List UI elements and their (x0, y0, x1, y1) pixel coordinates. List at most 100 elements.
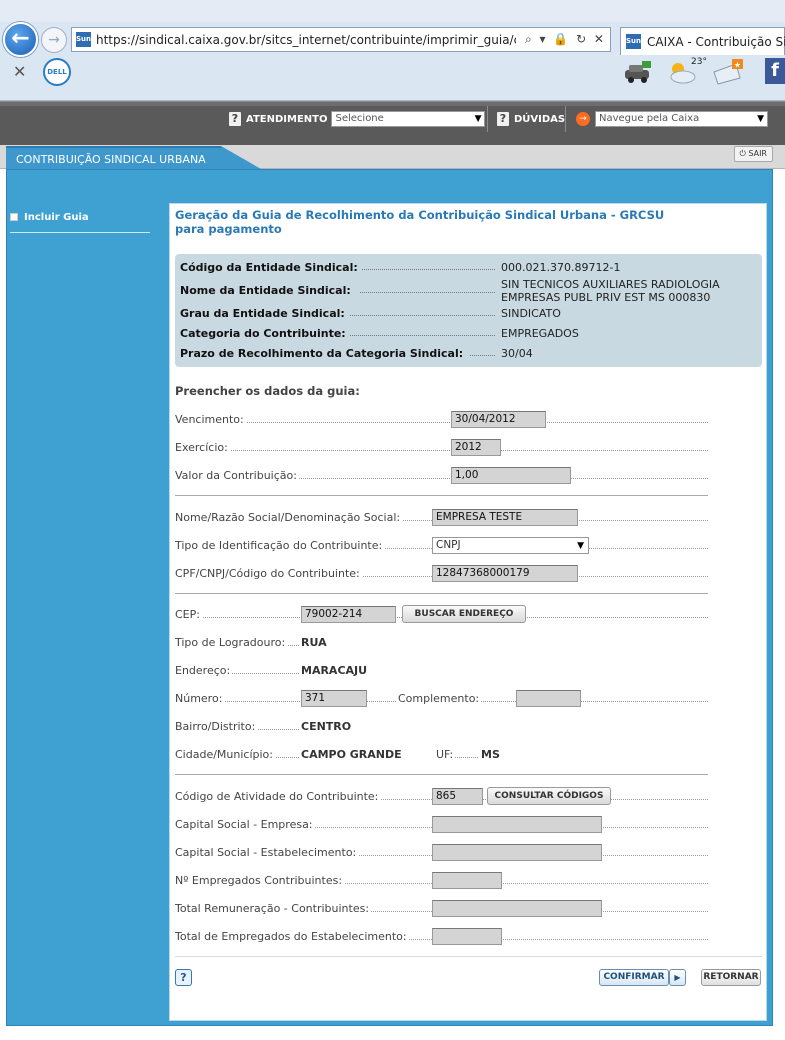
row-cep: CEP: 79002-214 BUSCAR ENDEREÇO (175, 605, 708, 624)
forward-button[interactable]: → (41, 27, 67, 53)
row-cidade: Cidade/Município: CAMPO GRANDE UF: MS (175, 748, 535, 764)
navegue-select[interactable]: Navegue pela Caixa ▼ (595, 111, 768, 127)
total-remuneracao-field[interactable] (432, 900, 602, 917)
play-icon[interactable]: ▶ (669, 969, 686, 986)
weather-temperature: 23° (691, 57, 707, 67)
dot-leader (350, 335, 495, 336)
vencimento-field[interactable]: 30/04/2012 (451, 411, 546, 428)
valor-contribuicao-field[interactable]: 1,00 (451, 467, 571, 484)
row-valor: Valor da Contribuição: 1,00 (175, 467, 708, 485)
svg-text:★: ★ (734, 61, 741, 70)
row-exercicio: Exercício: 2012 (175, 439, 708, 457)
navegue-group: → Navegue pela Caixa ▼ (576, 110, 768, 128)
capital-empresa-field[interactable] (432, 816, 602, 833)
complemento-field[interactable] (516, 690, 581, 707)
bullet-icon (10, 213, 18, 221)
sidebar-item-incluir-guia[interactable]: Incluir Guia (10, 208, 150, 226)
tipo-identificacao-label: Tipo de Identificação do Contribuinte: (175, 539, 385, 552)
endereco-value: MARACAJU (299, 664, 370, 677)
exercicio-label: Exercício: (175, 441, 230, 454)
cpf-cnpj-field[interactable]: 12847368000179 (432, 565, 578, 582)
sidebar-divider (10, 232, 150, 233)
entidade-info-box: Código da Entidade Sindical: 000.021.370… (175, 254, 762, 367)
info-row-grau: Grau da Entidade Sindical: SINDICATO (180, 307, 758, 323)
site-header: ? ATENDIMENTO Selecione ▼ ? DÚVIDAS → Na… (0, 101, 785, 145)
logout-button[interactable]: ⏻ SAIR (733, 146, 773, 162)
cep-field[interactable]: 79002-214 (301, 606, 396, 623)
row-tipo-identificacao: Tipo de Identificação do Contribuinte: C… (175, 537, 708, 555)
numero-field[interactable]: 371 (301, 690, 367, 707)
duvidas-label[interactable]: DÚVIDAS (514, 114, 565, 125)
section-divider (175, 593, 708, 594)
capital-estabelecimento-field[interactable] (432, 844, 602, 861)
row-bairro: Bairro/Distrito: CENTRO (175, 720, 425, 736)
back-button[interactable]: ← (3, 22, 38, 57)
mail-icon[interactable]: ★ (712, 58, 744, 86)
razao-social-field[interactable]: EMPRESA TESTE (432, 509, 578, 526)
total-remuneracao-label: Total Remuneração - Contribuintes: (175, 902, 372, 915)
section-title: Preencher os dados da guia: (175, 384, 360, 398)
row-atividade: Código de Atividade do Contribuinte: 865… (175, 787, 708, 806)
info-label: Código da Entidade Sindical: (180, 261, 361, 274)
info-label: Prazo de Recolhimento da Categoria Sindi… (180, 347, 467, 360)
duvidas-group[interactable]: ? DÚVIDAS (497, 110, 569, 128)
tab-site-icon: Sun (626, 34, 641, 49)
dot-leader (175, 450, 708, 451)
info-label: Nome da Entidade Sindical: (180, 284, 354, 297)
capital-estabelecimento-label: Capital Social - Estabelecimento: (175, 846, 359, 859)
browser-menubar (0, 0, 785, 22)
atendimento-select[interactable]: Selecione ▼ (331, 111, 486, 127)
footer-divider (175, 956, 762, 957)
dot-leader (360, 269, 495, 270)
row-numero: Número: 371 Complemento: (175, 690, 708, 708)
header-strip (0, 102, 785, 106)
tipo-logradouro-value: RUA (299, 636, 329, 649)
page-title: Geração da Guia de Recolhimento da Contr… (175, 208, 665, 236)
info-label: Categoria do Contribuinte: (180, 327, 349, 340)
info-row-nome: Nome da Entidade Sindical: SIN TECNICOS … (180, 278, 758, 306)
sidebar-item-label[interactable]: Incluir Guia (24, 212, 89, 223)
exercicio-field[interactable]: 2012 (451, 439, 501, 456)
navegue-select-value: Navegue pela Caixa (599, 113, 700, 124)
atendimento-question-icon: ? (229, 112, 241, 126)
bairro-label: Bairro/Distrito: (175, 720, 258, 733)
total-empregados-field[interactable] (432, 928, 502, 945)
buscar-endereco-button[interactable]: BUSCAR ENDEREÇO (402, 605, 526, 623)
url-text[interactable]: https://sindical.caixa.gov.br/sitcs_inte… (96, 33, 516, 47)
cidade-label: Cidade/Município: (175, 748, 275, 761)
row-total-empregados: Total de Empregados do Estabelecimento: (175, 928, 708, 946)
car-icon[interactable] (622, 58, 654, 86)
tab-title: CAIXA - Contribuição Sindi (647, 35, 785, 49)
facebook-icon[interactable]: f (765, 58, 785, 84)
browser-tab[interactable]: Sun CAIXA - Contribuição Sindi (620, 27, 785, 55)
dot-leader (350, 315, 495, 316)
content-panel: Geração da Guia de Recolhimento da Contr… (169, 203, 767, 1021)
atividade-field[interactable]: 865 (432, 788, 483, 805)
confirm-button[interactable]: CONFIRMAR (599, 969, 669, 986)
return-button[interactable]: RETORNAR (701, 969, 761, 986)
consultar-codigos-button[interactable]: CONSULTAR CÓDIGOS (487, 787, 611, 805)
tipo-identificacao-select[interactable]: CNPJ ▼ (432, 537, 589, 554)
info-value: 30/04 (498, 347, 533, 360)
razao-social-label: Nome/Razão Social/Denominação Social: (175, 511, 403, 524)
logout-label: SAIR (748, 149, 767, 158)
help-button[interactable]: ? (175, 969, 192, 986)
browser-chrome: ← → Sun https://sindical.caixa.gov.br/si… (0, 0, 785, 101)
header-divider (487, 106, 488, 132)
num-empregados-field[interactable] (432, 872, 502, 889)
info-value: SIN TECNICOS AUXILIARES RADIOLOGIA EMPRE… (498, 278, 748, 304)
row-vencimento: Vencimento: 30/04/2012 (175, 411, 708, 429)
address-controls[interactable]: ⌕ ▾ 🔒 ↻ ✕ (525, 32, 606, 47)
row-razao-social: Nome/Razão Social/Denominação Social: EM… (175, 509, 708, 527)
capital-empresa-label: Capital Social - Empresa: (175, 818, 315, 831)
vencimento-label: Vencimento: (175, 413, 246, 426)
chevron-down-icon: ▼ (577, 541, 584, 551)
cidade-value: CAMPO GRANDE (299, 748, 404, 761)
address-bar[interactable]: Sun https://sindical.caixa.gov.br/sitcs_… (71, 27, 611, 52)
tab-contribuicao-sindical[interactable]: CONTRIBUIÇÃO SINDICAL URBANA (6, 146, 221, 169)
close-toolbar-icon[interactable]: ✕ (13, 62, 26, 81)
endereco-label: Endereço: (175, 664, 233, 677)
dot-leader (175, 422, 708, 423)
dell-logo[interactable]: DELL (43, 58, 71, 86)
row-num-empregados: Nº Empregados Contribuintes: (175, 872, 708, 890)
